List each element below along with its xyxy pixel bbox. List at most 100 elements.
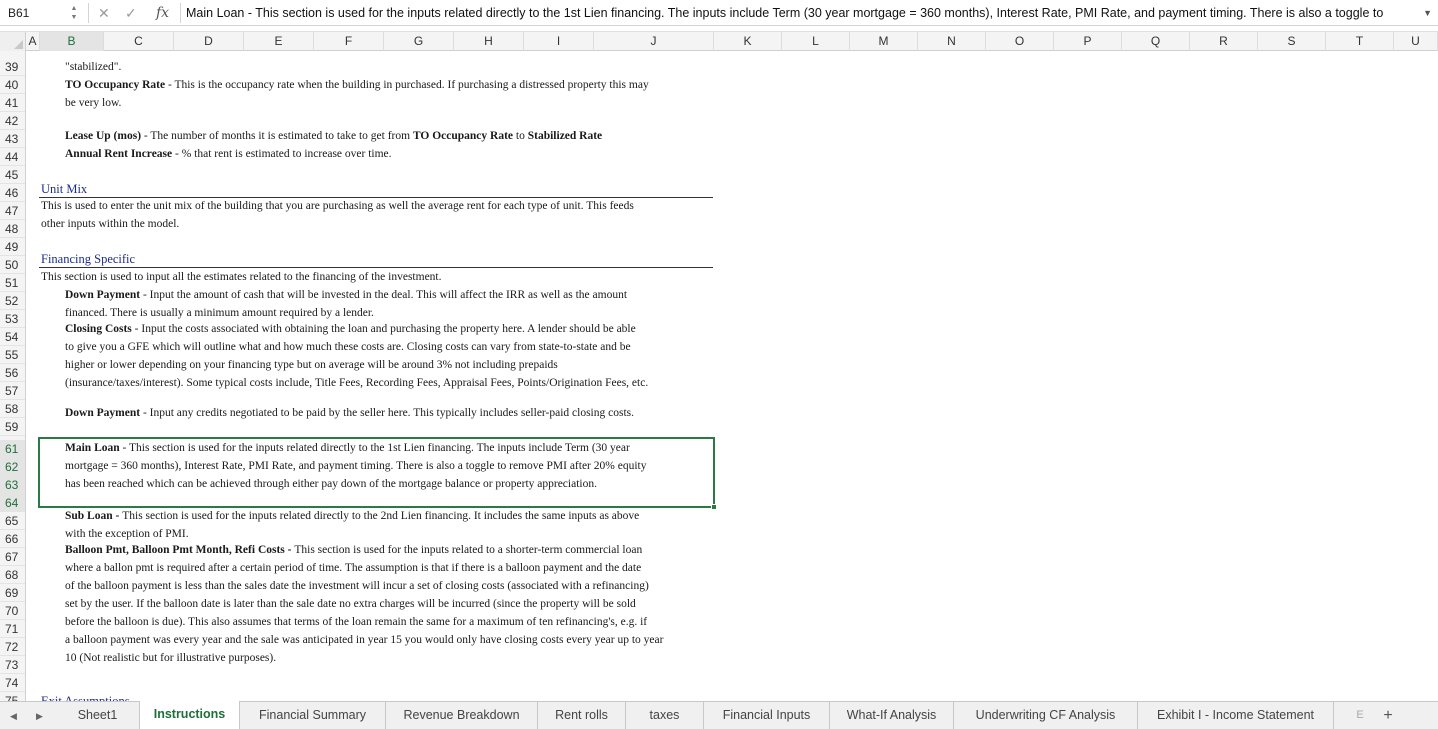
row-number[interactable]: 72 <box>0 638 25 656</box>
add-sheet-button[interactable]: + <box>1375 702 1401 729</box>
scroll-tabs-right-icon[interactable]: ▶ <box>36 702 43 729</box>
tab-instructions[interactable]: Instructions <box>140 701 240 729</box>
column-header-u[interactable]: U <box>1394 32 1438 51</box>
row-number[interactable]: 50 <box>0 256 25 274</box>
cell-b40[interactable]: TO Occupancy Rate - This is the occupanc… <box>65 76 649 94</box>
column-header-l[interactable]: L <box>782 32 850 51</box>
chevron-up-icon[interactable]: ▲ <box>68 4 80 13</box>
tab-exhibit-income-statement[interactable]: Exhibit I - Income Statement <box>1138 702 1334 729</box>
confirm-icon[interactable]: ✓ <box>125 3 137 23</box>
sheet-grid[interactable]: "stabilized". TO Occupancy Rate - This i… <box>27 51 1438 701</box>
tab-sheet1[interactable]: Sheet1 <box>56 702 140 729</box>
row-number[interactable]: 68 <box>0 566 25 584</box>
cell-a48[interactable]: other inputs within the model. <box>41 215 179 233</box>
cell-b72[interactable]: a balloon payment was every year and the… <box>65 631 663 649</box>
column-header-i[interactable]: I <box>524 32 594 51</box>
row-number[interactable]: 57 <box>0 382 25 400</box>
row-number[interactable]: 56 <box>0 364 25 382</box>
column-header-m[interactable]: M <box>850 32 918 51</box>
column-header-h[interactable]: H <box>454 32 524 51</box>
cancel-icon[interactable]: ✕ <box>98 3 110 23</box>
cell-b57[interactable]: (insurance/taxes/interest). Some typical… <box>65 374 648 392</box>
row-number[interactable]: 74 <box>0 674 25 692</box>
row-number[interactable]: 69 <box>0 584 25 602</box>
row-number[interactable]: 65 <box>0 512 25 530</box>
expand-formula-bar-icon[interactable]: ▼ <box>1423 3 1432 23</box>
cell-b69[interactable]: of the balloon payment is less than the … <box>65 577 649 595</box>
cell-b55[interactable]: to give you a GFE which will outline wha… <box>65 338 631 356</box>
column-header-t[interactable]: T <box>1326 32 1394 51</box>
cell-a47[interactable]: This is used to enter the unit mix of th… <box>41 197 634 215</box>
column-header-j[interactable]: J <box>594 32 714 51</box>
column-header-e[interactable]: E <box>244 32 314 51</box>
row-number[interactable]: 59 <box>0 418 25 436</box>
row-number[interactable]: 43 <box>0 130 25 148</box>
column-header-r[interactable]: R <box>1190 32 1258 51</box>
row-number[interactable]: 58 <box>0 400 25 418</box>
name-box[interactable]: B61 <box>0 3 62 23</box>
row-number[interactable]: 47 <box>0 202 25 220</box>
column-header-s[interactable]: S <box>1258 32 1326 51</box>
row-number[interactable]: 46 <box>0 184 25 202</box>
cell-b43[interactable]: Lease Up (mos) - The number of months it… <box>65 127 602 145</box>
column-header-d[interactable]: D <box>174 32 244 51</box>
chevron-down-icon[interactable]: ▼ <box>68 13 80 22</box>
row-number[interactable]: 39 <box>0 58 25 76</box>
row-number[interactable]: 44 <box>0 148 25 166</box>
cell-b39[interactable]: "stabilized". <box>65 58 121 76</box>
row-number[interactable]: 40 <box>0 76 25 94</box>
cell-b70[interactable]: set by the user. If the balloon date is … <box>65 595 636 613</box>
row-number[interactable]: 63 <box>0 476 25 494</box>
tab-overflow[interactable]: E <box>1350 702 1370 729</box>
row-number[interactable]: 54 <box>0 328 25 346</box>
cell-b54[interactable]: Closing Costs - Input the costs associat… <box>65 320 636 338</box>
cell-b56[interactable]: higher or lower depending on your financ… <box>65 356 558 374</box>
fill-handle[interactable] <box>711 504 717 510</box>
row-number[interactable]: 48 <box>0 220 25 238</box>
cell-b68[interactable]: where a ballon pmt is required after a c… <box>65 559 641 577</box>
column-header-n[interactable]: N <box>918 32 986 51</box>
function-icon[interactable]: fx <box>156 3 169 23</box>
section-heading-financing[interactable]: Financing Specific <box>41 250 135 268</box>
row-number[interactable]: 73 <box>0 656 25 674</box>
tab-financial-summary[interactable]: Financial Summary <box>240 702 386 729</box>
tab-rent-rolls[interactable]: Rent rolls <box>538 702 626 729</box>
column-header-k[interactable]: K <box>714 32 782 51</box>
row-number[interactable]: 41 <box>0 94 25 112</box>
select-all-corner[interactable] <box>0 32 26 51</box>
column-header-f[interactable]: F <box>314 32 384 51</box>
row-number[interactable]: 64 <box>0 494 25 512</box>
cell-b73[interactable]: 10 (Not realistic but for illustrative p… <box>65 649 276 667</box>
formula-input[interactable]: Main Loan - This section is used for the… <box>186 3 1416 23</box>
row-number[interactable]: 70 <box>0 602 25 620</box>
cell-b41[interactable]: be very low. <box>65 94 121 112</box>
cell-b59[interactable]: Down Payment - Input any credits negotia… <box>65 404 634 422</box>
row-number[interactable]: 75 <box>0 692 25 701</box>
tab-taxes[interactable]: taxes <box>626 702 704 729</box>
row-number[interactable]: 52 <box>0 292 25 310</box>
tab-what-if-analysis[interactable]: What-If Analysis <box>830 702 954 729</box>
row-number[interactable]: 49 <box>0 238 25 256</box>
row-number[interactable]: 62 <box>0 458 25 476</box>
row-number[interactable]: 51 <box>0 274 25 292</box>
cell-b44[interactable]: Annual Rent Increase - % that rent is es… <box>65 145 392 163</box>
cell-b67[interactable]: Balloon Pmt, Balloon Pmt Month, Refi Cos… <box>65 541 642 559</box>
scroll-tabs-left-icon[interactable]: ◀ <box>10 702 17 729</box>
column-header-q[interactable]: Q <box>1122 32 1190 51</box>
column-header-o[interactable]: O <box>986 32 1054 51</box>
row-number[interactable]: 71 <box>0 620 25 638</box>
column-header-b[interactable]: B <box>40 32 104 51</box>
row-number[interactable]: 55 <box>0 346 25 364</box>
cell-b52[interactable]: Down Payment - Input the amount of cash … <box>65 286 627 304</box>
column-header-a[interactable]: A <box>26 32 40 51</box>
row-number[interactable]: 61 <box>0 440 25 458</box>
tab-revenue-breakdown[interactable]: Revenue Breakdown <box>386 702 538 729</box>
column-header-g[interactable]: G <box>384 32 454 51</box>
cell-a51[interactable]: This section is used to input all the es… <box>41 268 442 286</box>
row-number[interactable]: 42 <box>0 112 25 130</box>
column-header-c[interactable]: C <box>104 32 174 51</box>
section-heading-unit-mix[interactable]: Unit Mix <box>41 180 87 198</box>
name-box-stepper[interactable]: ▲ ▼ <box>68 4 80 22</box>
row-number[interactable]: 67 <box>0 548 25 566</box>
row-number[interactable]: 45 <box>0 166 25 184</box>
